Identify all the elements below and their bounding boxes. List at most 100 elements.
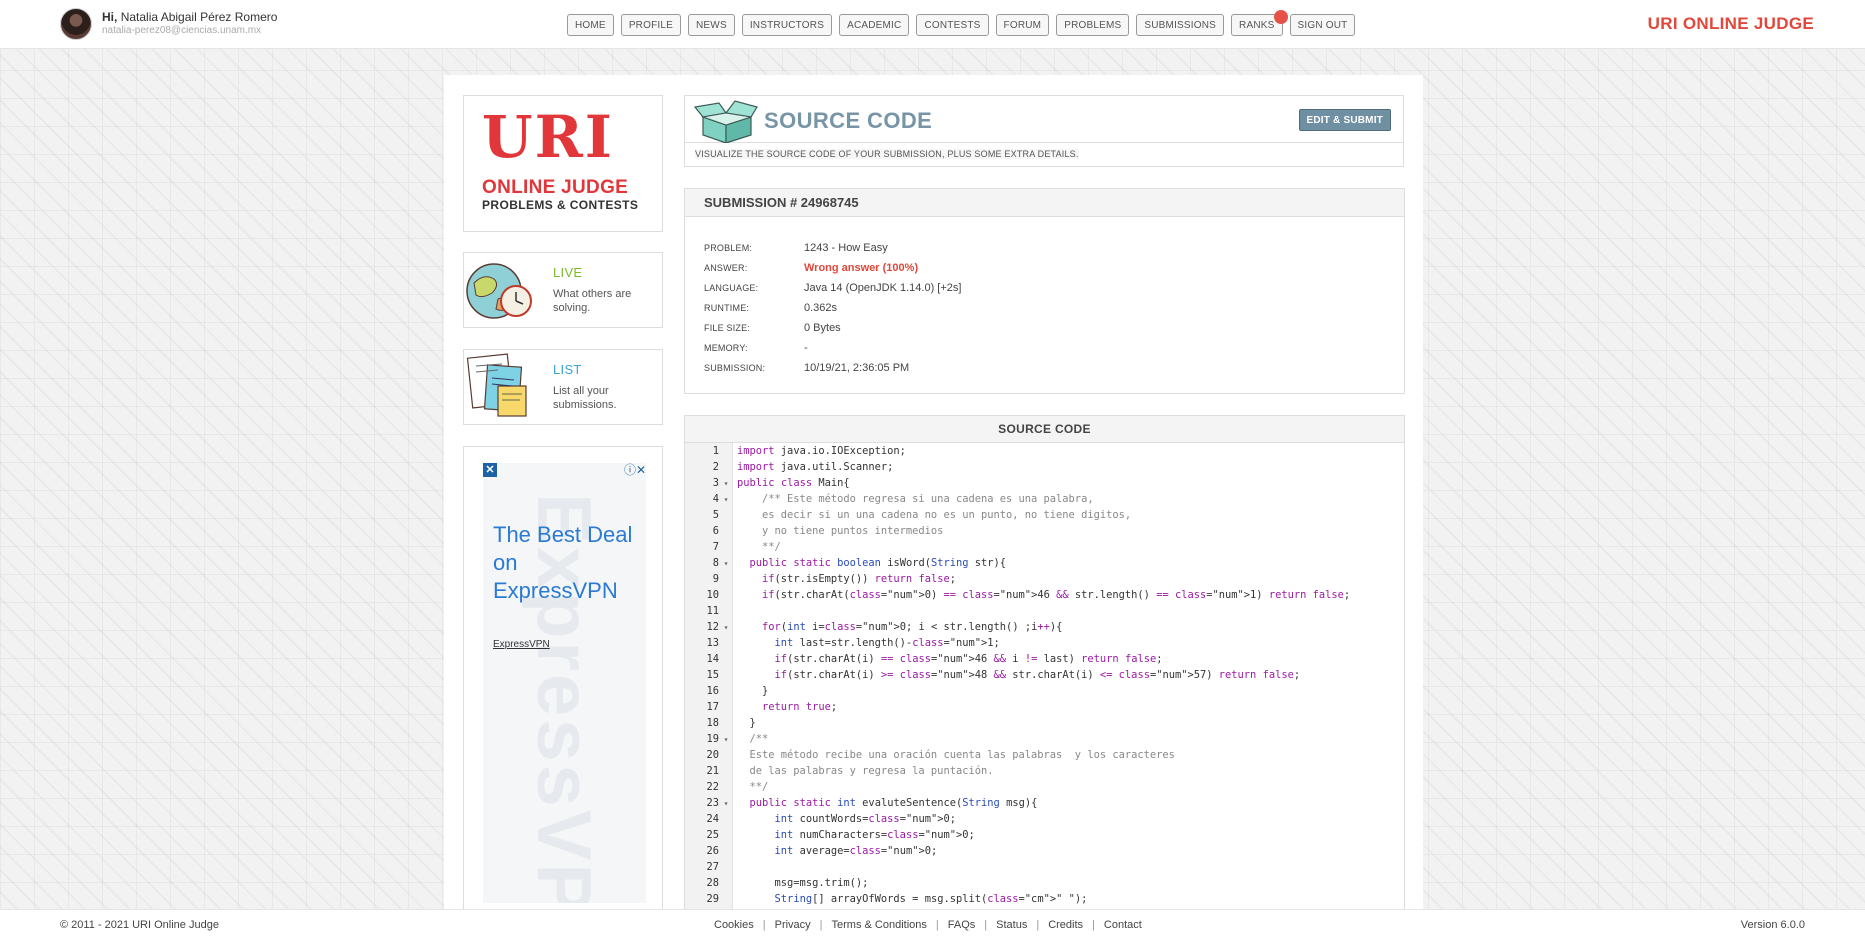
footer-link-terms[interactable]: Terms & Conditions <box>832 919 927 931</box>
main-nav: HOME PROFILE NEWS INSTRUCTORS ACADEMIC C… <box>567 10 1356 36</box>
user-email: natalia-perez08@ciencias.unam.mx <box>102 25 262 36</box>
user-greeting: Hi, Natalia Abigail Pérez Romero <box>102 11 277 24</box>
line-number: 1 <box>712 445 719 457</box>
code-text: /** Este método regresa si una cadena es… <box>737 493 1094 505</box>
brand-title[interactable]: URI ONLINE JUDGE <box>1648 14 1814 34</box>
code-line: 23 ▾ public static int evaluteSentence(St… <box>685 795 1404 811</box>
detail-row-language: LANGUAGE: Java 14 (OpenJDK 1.14.0) [+2s] <box>704 278 961 298</box>
nav-profile[interactable]: PROFILE <box>620 14 682 36</box>
code-text: String[] arrayOfWords = msg.split(class=… <box>774 893 1088 905</box>
line-number: 12 <box>706 621 719 633</box>
line-number: 29 <box>706 893 719 905</box>
nav-ranks[interactable]: RANKS <box>1231 10 1288 36</box>
code-text: import java.io.IOException; <box>737 445 906 457</box>
code-text: int numCharacters=class="num">0; <box>774 829 975 841</box>
line-number: 5 <box>712 509 719 521</box>
line-number: 8 <box>712 557 719 569</box>
code-line: 9 if(str.isEmpty()) return false; <box>685 571 1404 587</box>
ad-box: ExpressVPN ✕ ⓘ✕ The Best Deal on Express… <box>463 446 663 916</box>
fold-arrow-icon[interactable]: ▾ <box>719 799 733 808</box>
footer-link-faqs[interactable]: FAQs <box>948 919 976 931</box>
submission-date: 10/19/21, 2:36:05 PM <box>804 362 910 374</box>
fold-arrow-icon[interactable]: ▾ <box>719 559 733 568</box>
nav-submissions[interactable]: SUBMISSIONS <box>1136 14 1225 36</box>
code-line: 26 int average=class="num">0; <box>685 843 1404 859</box>
code-line: 29 String[] arrayOfWords = msg.split(cla… <box>685 891 1404 907</box>
live-description: What others are solving. <box>553 288 632 314</box>
code-lines: 1 import java.io.IOException; 2 import java… <box>685 443 1404 907</box>
problem-link[interactable]: 1243 - How Easy <box>804 242 888 254</box>
footer-link-contact[interactable]: Contact <box>1104 919 1142 931</box>
nav-sign-out[interactable]: SIGN OUT <box>1289 14 1356 36</box>
ad-banner[interactable]: ExpressVPN ✕ ⓘ✕ The Best Deal on Express… <box>483 463 646 903</box>
logo-uri-text: URI <box>482 103 614 171</box>
top-bar: Hi, Natalia Abigail Pérez Romero natalia… <box>0 0 1865 49</box>
code-line: 14 if(str.charAt(i) == class="num">46 &&… <box>685 651 1404 667</box>
detail-key: SUBMISSION: <box>704 363 766 373</box>
nav-home[interactable]: HOME <box>567 14 614 36</box>
fold-arrow-icon[interactable]: ▾ <box>719 479 733 488</box>
runtime-value: 0.362s <box>804 302 838 314</box>
code-line: 8 ▾ public static boolean isWord(String s… <box>685 555 1404 571</box>
site-logo[interactable]: URI ONLINE JUDGE PROBLEMS & CONTESTS <box>463 95 663 232</box>
nav-problems[interactable]: PROBLEMS <box>1056 14 1130 36</box>
fold-arrow-icon[interactable]: ▾ <box>719 495 733 504</box>
nav-academic[interactable]: ACADEMIC <box>839 14 910 36</box>
code-line: 1 import java.io.IOException; <box>685 443 1404 459</box>
user-info[interactable]: Hi, Natalia Abigail Pérez Romero natalia… <box>60 8 277 40</box>
answer-status: Wrong answer (100%) <box>804 262 919 274</box>
submission-panel: SUBMISSION # 24968745 PROBLEM: 1243 - How… <box>684 188 1405 394</box>
submission-title: SUBMISSION # 24968745 <box>685 189 1404 217</box>
detail-row-file-size: FILE SIZE: 0 Bytes <box>704 318 961 338</box>
source-code-title: SOURCE CODE <box>764 108 933 133</box>
edit-submit-button[interactable]: EDIT & SUBMIT <box>1298 109 1391 131</box>
greeting-word: Hi, <box>102 10 118 24</box>
footer-separator: | <box>819 919 823 931</box>
language-value: Java 14 (OpenJDK 1.14.0) [+2s] <box>804 282 962 294</box>
code-text: int last=str.length()-class="num">1; <box>774 637 1000 649</box>
ad-headline[interactable]: The Best Deal on ExpressVPN <box>493 521 633 605</box>
code-text: if(str.isEmpty()) return false; <box>762 573 956 585</box>
fold-arrow-icon[interactable]: ▾ <box>719 735 733 744</box>
live-card[interactable]: LIVE What others are solving. <box>463 252 663 328</box>
ad-close-icon[interactable]: ✕ <box>483 463 497 477</box>
code-line: 11 <box>685 603 1404 619</box>
code-line: 22 **/ <box>685 779 1404 795</box>
code-editor[interactable]: 1 import java.io.IOException; 2 import java… <box>685 443 1404 934</box>
code-text: for(int i=class="num">0; i < str.length(… <box>762 621 1063 633</box>
detail-key: RUNTIME: <box>704 303 750 313</box>
line-number: 24 <box>706 813 719 825</box>
nav-contests[interactable]: CONTESTS <box>916 14 989 36</box>
footer-link-cookies[interactable]: Cookies <box>714 919 754 931</box>
avatar[interactable] <box>60 8 92 40</box>
code-text: int countWords=class="num">0; <box>774 813 956 825</box>
code-line: 13 int last=str.length()-class="num">1; <box>685 635 1404 651</box>
code-line: 5 es decir si un una cadena no es un pun… <box>685 507 1404 523</box>
line-number: 4 <box>712 493 719 505</box>
detail-row-answer: ANSWER: Wrong answer (100%) <box>704 258 961 278</box>
line-number: 25 <box>706 829 719 841</box>
line-number: 18 <box>706 717 719 729</box>
footer-link-status[interactable]: Status <box>996 919 1027 931</box>
ad-brand-link[interactable]: ExpressVPN <box>493 639 550 650</box>
live-title: LIVE <box>553 265 583 280</box>
detail-key: PROBLEM: <box>704 243 753 253</box>
nav-ranks-label: RANKS <box>1239 19 1275 31</box>
ad-info-icon[interactable]: ⓘ✕ <box>616 463 646 477</box>
fold-arrow-icon[interactable]: ▾ <box>719 623 733 632</box>
memory-value: - <box>804 342 808 354</box>
detail-key: FILE SIZE: <box>704 323 751 333</box>
footer-separator: | <box>1092 919 1095 931</box>
list-card[interactable]: LIST List all your submissions. <box>463 349 663 425</box>
file-size-value: 0 Bytes <box>804 322 841 334</box>
line-number: 23 <box>706 797 719 809</box>
version: Version 6.0.0 <box>1740 919 1805 931</box>
footer-link-privacy[interactable]: Privacy <box>775 919 811 931</box>
nav-instructors[interactable]: INSTRUCTORS <box>741 14 833 36</box>
nav-forum[interactable]: FORUM <box>995 14 1050 36</box>
nav-news[interactable]: NEWS <box>688 14 735 36</box>
line-number: 14 <box>706 653 719 665</box>
code-line: 10 if(str.charAt(class="num">0) == class… <box>685 587 1404 603</box>
footer-link-credits[interactable]: Credits <box>1048 919 1083 931</box>
code-text: de las palabras y regresa la puntación. <box>737 765 994 777</box>
